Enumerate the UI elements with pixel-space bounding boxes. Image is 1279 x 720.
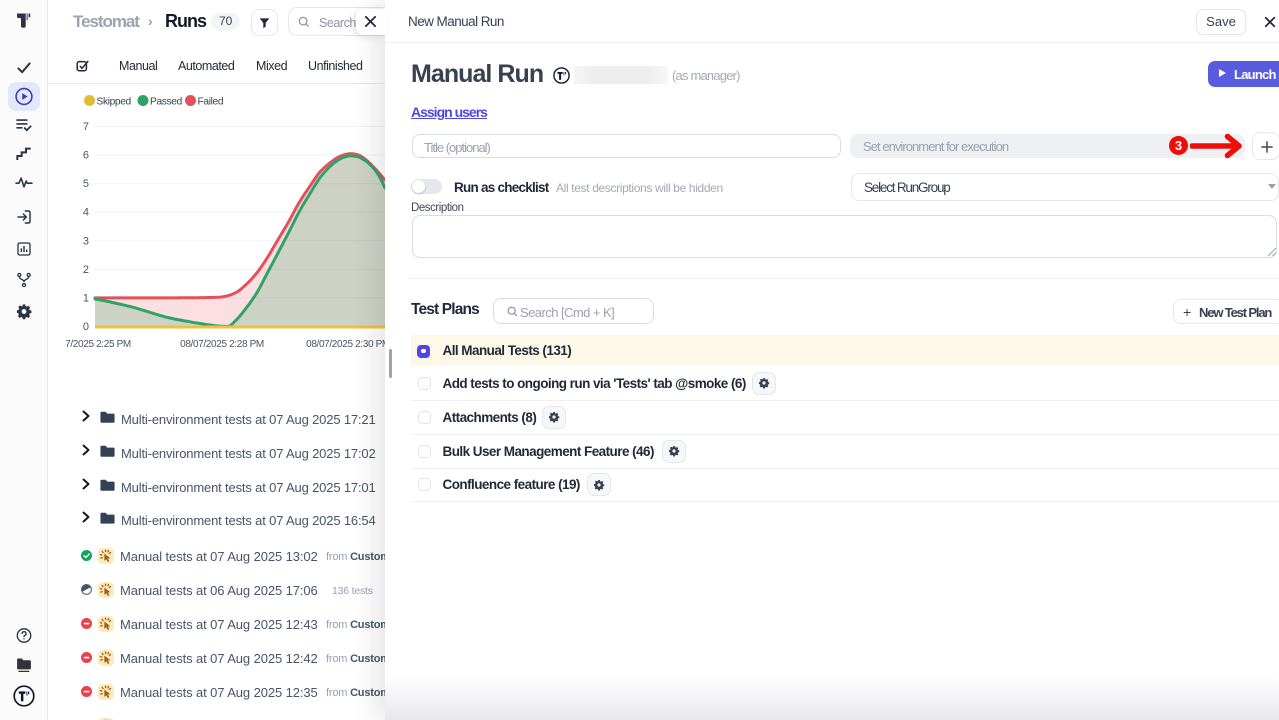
- svg-text:1: 1: [83, 293, 89, 305]
- svg-text:3: 3: [83, 235, 89, 247]
- svg-text:Passed: Passed: [150, 97, 183, 108]
- svg-text:5: 5: [83, 178, 89, 190]
- svg-text:Failed: Failed: [198, 97, 224, 108]
- svg-text:Skipped: Skipped: [97, 97, 132, 108]
- svg-text:6: 6: [83, 150, 89, 162]
- svg-text:2: 2: [83, 264, 89, 276]
- svg-text:08/07/2025 2:28 PM: 08/07/2025 2:28 PM: [180, 339, 264, 350]
- svg-text:0: 0: [83, 321, 89, 333]
- svg-text:4: 4: [83, 207, 89, 219]
- svg-text:7: 7: [83, 121, 89, 133]
- svg-text:08/07/2025 2:30 PM: 08/07/2025 2:30 PM: [306, 339, 385, 350]
